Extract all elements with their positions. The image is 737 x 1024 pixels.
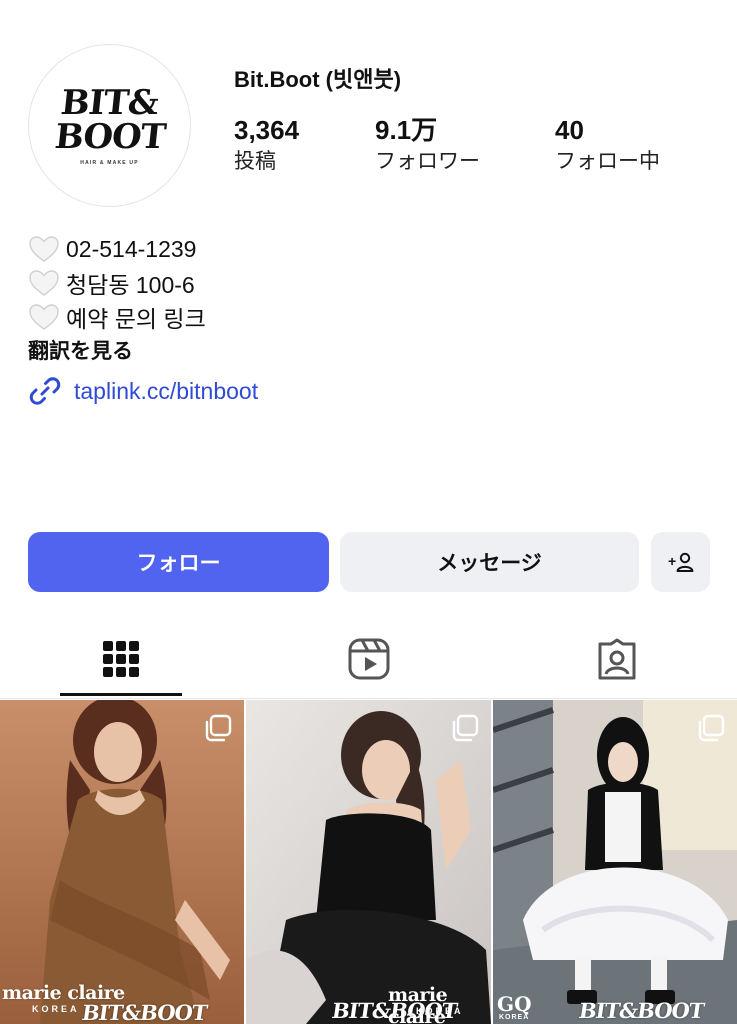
follow-button[interactable]: フォロー: [28, 532, 329, 592]
magazine-logo: marie claire: [388, 984, 448, 1024]
stat-posts-label: 投稿: [234, 150, 276, 173]
selected-tab-indicator: [60, 693, 182, 696]
stat-following[interactable]: 40 フォロー中: [555, 114, 660, 176]
post-thumbnail[interactable]: BIT&BOOT marie claire KOREA: [246, 700, 491, 1024]
magazine-logo-sub: KOREA: [416, 1006, 464, 1016]
post-thumbnail[interactable]: GQ KOREA BIT&BOOT: [493, 700, 737, 1024]
bio-phone-text: 02-514-1239: [66, 235, 197, 262]
reels-icon: [348, 638, 390, 680]
grid-icon: [103, 641, 139, 677]
tagged-icon: [598, 638, 636, 680]
post-image: [0, 700, 244, 1024]
profile-avatar[interactable]: BIT& BOOT HAIR & MAKE UP: [28, 44, 191, 207]
posts-grid: marie claire KOREA BIT&BOOT BIT&BOOT mar…: [0, 700, 737, 1024]
bio-link-text: taplink.cc/bitnboot: [74, 377, 259, 404]
bio-line-address: 청담동 100-6: [28, 266, 708, 300]
tab-posts-grid[interactable]: [61, 618, 181, 700]
bio-line-phone: 02-514-1239: [28, 232, 708, 266]
add-person-icon: +: [668, 552, 693, 572]
add-user-plus: +: [668, 553, 676, 569]
bio-address-text: 청담동 100-6: [66, 272, 195, 298]
multiple-posts-icon: [698, 714, 725, 742]
magazine-logo-sub: KOREA: [499, 1014, 530, 1021]
bio-link[interactable]: taplink.cc/bitnboot: [28, 370, 708, 412]
post-image: [246, 700, 491, 1024]
tab-tagged[interactable]: [557, 618, 677, 700]
bio-line-booking: 예약 문의 링크: [28, 300, 708, 334]
stat-followers-label: フォロワー: [375, 150, 480, 173]
white-heart-icon: [29, 270, 59, 296]
profile-tabs: [0, 618, 737, 700]
magazine-logo: GQ: [497, 992, 532, 1016]
add-user-button[interactable]: +: [651, 532, 710, 592]
stat-following-label: フォロー中: [555, 150, 660, 173]
brand-watermark: BIT&BOOT: [80, 1000, 209, 1024]
white-heart-icon: [29, 304, 59, 330]
tab-reels[interactable]: [309, 618, 429, 700]
magazine-logo-sub: KOREA: [32, 1004, 80, 1014]
stat-following-value: 40: [555, 115, 584, 145]
tab-divider: [0, 698, 737, 699]
multiple-posts-icon: [452, 714, 479, 742]
stat-followers-value: 9.1万: [375, 115, 438, 145]
profile-bio: 02-514-1239 청담동 100-6 예약 문의 링크 翻訳を見る tap…: [28, 232, 708, 412]
stat-posts-value: 3,364: [234, 115, 300, 145]
avatar-logo-subtitle: HAIR & MAKE UP: [80, 159, 139, 166]
white-heart-icon: [29, 236, 59, 262]
avatar-logo-line1: BIT&: [59, 82, 160, 123]
avatar-logo-line2: BOOT: [52, 116, 167, 157]
stat-posts[interactable]: 3,364 投稿: [234, 114, 299, 176]
message-button[interactable]: メッセージ: [340, 532, 639, 592]
profile-name: Bit.Boot (빗앤붓): [234, 67, 402, 92]
link-icon: [29, 377, 61, 405]
brand-watermark: BIT&BOOT: [577, 998, 706, 1023]
post-image: [493, 700, 737, 1024]
multiple-posts-icon: [205, 714, 232, 742]
post-thumbnail[interactable]: marie claire KOREA BIT&BOOT: [0, 700, 244, 1024]
translate-link[interactable]: 翻訳を見る: [28, 334, 708, 370]
stat-followers[interactable]: 9.1万 フォロワー: [375, 114, 480, 176]
bio-booking-text: 예약 문의 링크: [66, 306, 206, 332]
